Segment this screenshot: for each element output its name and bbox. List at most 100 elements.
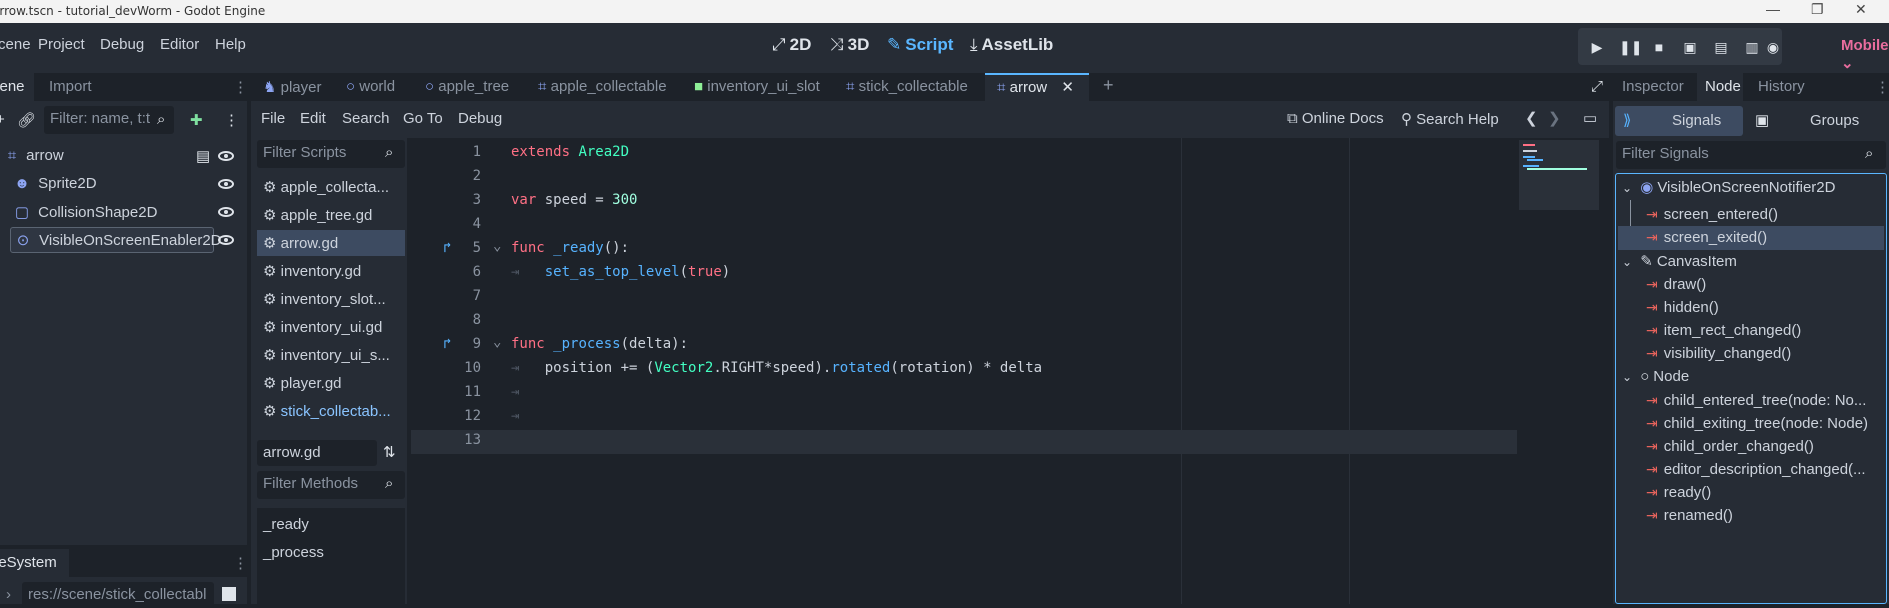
renderer-select[interactable]: Mobile ⌄ [1841,37,1889,72]
signal-item[interactable]: ⇥ draw() [1646,276,1706,293]
signal-item[interactable]: ⇥ ready() [1646,484,1711,501]
script-menu-search[interactable]: Search [342,110,390,127]
workspace-2d[interactable]: ⤢ 2D [772,35,811,55]
tab-inventory-ui-slot[interactable]: ■ inventory_ui_slot [694,78,820,95]
sort-icon[interactable]: ⇅ [383,443,396,461]
connected-signal-icon[interactable]: ↱ [443,240,451,256]
tab-stick-collectable[interactable]: ⌗ stick_collectable [846,78,968,95]
tab-scene[interactable]: cene [0,73,34,101]
script-menu-goto[interactable]: Go To [403,110,443,127]
movie-maker-icon[interactable]: ◉ [1764,38,1782,56]
link-icon[interactable]: 🔗︎ [17,111,36,129]
workspace-assetlib[interactable]: ⤓ AssetLib [970,35,1053,55]
minimap[interactable] [1519,140,1599,210]
add-node-icon[interactable]: + [0,111,5,128]
menu-debug[interactable]: Debug [100,36,144,53]
tab-world[interactable]: ○ world [346,78,395,95]
history-forward-icon[interactable]: ❯ [1548,109,1561,127]
tab-inspector[interactable]: Inspector [1622,78,1684,95]
tab-apple-collectable[interactable]: ⌗ apple_collectable [538,78,667,95]
method-item[interactable]: _ready [263,516,309,533]
maximize-icon[interactable]: ❐ [1811,1,1824,18]
attach-script-icon[interactable]: ✚ [190,111,203,129]
tab-filesystem[interactable]: leSystem [0,549,69,577]
fold-icon[interactable]: ⌄ [493,334,501,350]
signal-item[interactable]: ⇥ hidden() [1646,299,1719,316]
workspace-3d[interactable]: ⤨ 3D [830,35,869,55]
minimize-icon[interactable]: — [1766,1,1780,17]
tree-item-arrow[interactable]: ⌗ arrow [4,147,64,164]
connected-signal-icon[interactable]: ↱ [443,336,451,352]
close-tab-icon[interactable]: ✕ [1061,79,1074,96]
visibility-icon[interactable] [218,207,234,217]
search-help-button[interactable]: ⚲ Search Help [1401,110,1499,128]
play-scene-icon[interactable]: ▤ [1712,38,1730,56]
add-tab-icon[interactable]: + [1103,75,1114,96]
history-back-icon[interactable]: ❮ [1525,109,1538,127]
signal-item[interactable]: ⇥ child_order_changed() [1646,438,1814,455]
signal-item[interactable]: ⇥ item_rect_changed() [1646,322,1801,339]
workspace-script[interactable]: ✎ Script [887,35,953,55]
menu-editor[interactable]: Editor [160,36,199,53]
play-custom-scene-icon[interactable]: ▥ [1743,38,1761,56]
script-item-selected[interactable]: ⚙ arrow.gd [257,230,405,256]
script-item[interactable]: ⚙ apple_collecta... [257,174,405,200]
signal-item[interactable]: ⇥ child_exiting_tree(node: Node) [1646,415,1868,432]
subtab-groups[interactable]: ▣ Groups [1747,106,1887,136]
script-menu-debug[interactable]: Debug [458,110,502,127]
section-canvasitem[interactable]: ⌄ ✎ CanvasItem [1622,252,1737,270]
tab-import[interactable]: Import [49,78,92,95]
dock-menu-icon[interactable]: ⋮ [233,78,248,96]
fold-icon[interactable]: ⌄ [493,238,501,254]
script-item[interactable]: ⚙ player.gd [257,370,405,396]
script-attached-icon[interactable]: ▤ [196,147,210,165]
script-item[interactable]: ⚙ apple_tree.gd [257,202,405,228]
script-menu-edit[interactable]: Edit [300,110,326,127]
chevron-right-icon[interactable]: › [6,586,11,603]
close-window-icon[interactable]: ✕ [1855,1,1867,18]
dock-menu-icon[interactable]: ⋮ [1875,78,1889,96]
tab-player[interactable]: ♞ player [263,78,321,96]
tree-item-collisionshape2d[interactable]: ▢ CollisionShape2D [14,203,158,221]
dock-menu-icon[interactable]: ⋮ [233,554,248,572]
script-item[interactable]: ⚙ inventory.gd [257,258,405,284]
tab-apple-tree[interactable]: ○ apple_tree [425,78,509,95]
toggle-scripts-panel-icon[interactable]: ▭ [1583,109,1597,127]
tab-node[interactable]: Node [1697,73,1743,101]
signal-item[interactable]: ⇥ screen_exited() [1646,229,1767,246]
signal-item[interactable]: ⇥ visibility_changed() [1646,345,1791,362]
pause-icon[interactable]: ❚❚ [1619,38,1642,56]
signal-item[interactable]: ⇥ renamed() [1646,507,1733,524]
more-options-icon[interactable]: ⋮ [224,111,239,129]
online-docs-button[interactable]: ⧉ Online Docs [1287,110,1384,127]
script-item[interactable]: ⚙ inventory_ui.gd [257,314,405,340]
menu-help[interactable]: Help [215,36,246,53]
code-editor[interactable]: 1 2 3 4 5 6 7 8 9 10 11 12 13 ↱ ⌄ ↱ ⌄ ex… [411,138,1517,604]
method-item[interactable]: _process [263,544,324,561]
scene-filter-input[interactable]: Filter: name, t:t [44,106,174,134]
distraction-free-icon[interactable]: ⤢ [1591,78,1603,95]
play-icon[interactable]: ▶ [1588,38,1606,56]
filesystem-path-input[interactable]: res://scene/stick_collectabl [22,582,214,608]
filter-signals-input[interactable]: Filter Signals [1616,141,1886,169]
visibility-icon[interactable] [218,179,234,189]
menu-scene[interactable]: Scene [0,36,31,53]
remote-debug-icon[interactable]: ▣ [1681,38,1699,56]
signal-item[interactable]: ⇥ editor_description_changed(... [1646,461,1866,478]
signal-item[interactable]: ⇥ screen_entered() [1646,206,1778,223]
tree-item-sprite2d[interactable]: ☻ Sprite2D [14,175,96,192]
toggle-split-icon[interactable] [222,587,236,601]
script-item[interactable]: ⚙ inventory_ui_s... [257,342,405,368]
script-item[interactable]: ⚙ stick_collectab... [257,398,405,424]
filter-scripts-input[interactable]: Filter Scripts [257,140,405,168]
menu-project[interactable]: Project [38,36,85,53]
section-node[interactable]: ⌄ ○ Node [1622,368,1689,385]
stop-icon[interactable]: ■ [1650,38,1668,56]
tab-arrow[interactable]: ⌗ arrow ✕ [985,73,1089,101]
section-visibleonscreennotifier2d[interactable]: ⌄ ◉ VisibleOnScreenNotifier2D [1622,178,1835,196]
tree-item-visibleonscreenenabler2d[interactable]: ⊙ VisibleOnScreenEnabler2D [10,227,222,253]
script-menu-file[interactable]: File [261,110,285,127]
visibility-icon[interactable] [218,235,234,245]
subtab-signals[interactable]: ⟫ Signals [1615,106,1743,136]
tab-history[interactable]: History [1758,78,1805,95]
